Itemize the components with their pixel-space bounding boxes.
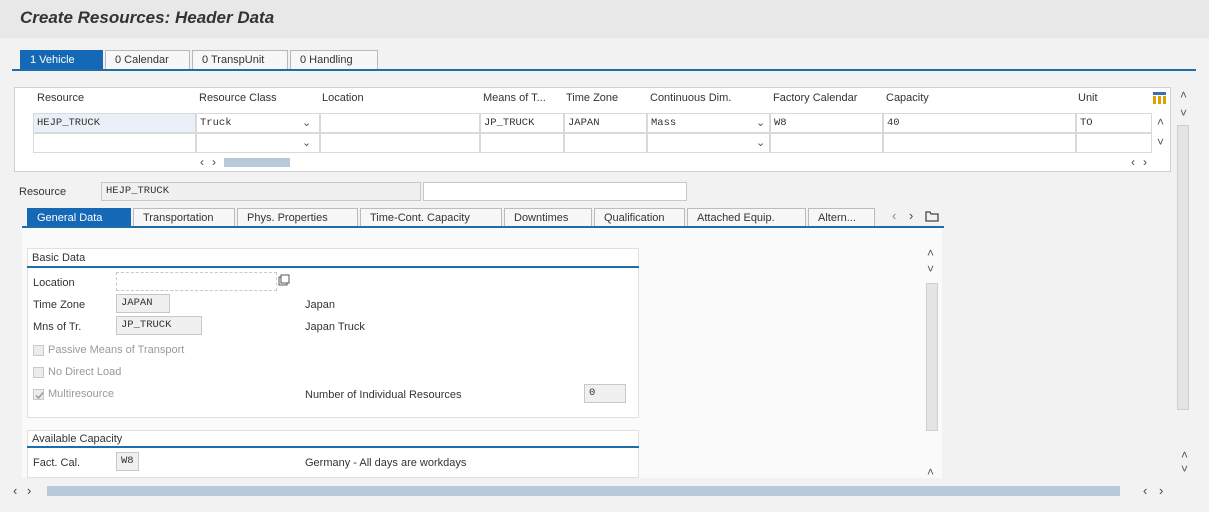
grid-scroll-up-icon[interactable]: ˄ (1180, 88, 1187, 102)
content-scroll-up-icon[interactable]: ˄ (927, 246, 934, 260)
multiresource-label: Multiresource (48, 388, 115, 400)
content-scroll-down-icon[interactable]: ˅ (927, 262, 934, 276)
location-input[interactable] (116, 272, 277, 291)
page-horizontal-scrollbar[interactable] (47, 486, 1120, 496)
no-direct-load-label: No Direct Load (48, 366, 122, 378)
subtab-general-data[interactable]: General Data (27, 208, 131, 227)
page-vertical-scrollbar[interactable] (1177, 125, 1189, 410)
cell-capacity[interactable]: 40 (883, 113, 1076, 133)
no-direct-load-checkbox (33, 367, 44, 378)
means-of-transport-text: Japan Truck (305, 321, 365, 333)
page-title: Create Resources: Header Data (20, 8, 275, 27)
num-individual-resources-value: 0 (584, 384, 626, 403)
cell-time-zone[interactable]: JAPAN (564, 113, 647, 133)
column-header-factory-calendar[interactable]: Factory Calendar (773, 92, 857, 110)
grid-scroll-right-icon[interactable]: › (212, 155, 216, 169)
available-capacity-title: Available Capacity (32, 433, 123, 445)
subtab-phys-properties[interactable]: Phys. Properties (237, 208, 358, 227)
page-scroll-down-icon[interactable]: ˅ (1181, 462, 1188, 476)
resource-description (423, 182, 687, 201)
cell-time-zone-empty[interactable] (564, 133, 647, 153)
tab-list-icon[interactable] (925, 210, 939, 225)
subtab-qualification[interactable]: Qualification (594, 208, 685, 227)
cell-resource-empty[interactable] (33, 133, 196, 153)
location-label: Location (33, 277, 75, 289)
cell-location[interactable] (320, 113, 480, 133)
cell-resource[interactable]: HEJP_TRUCK (33, 113, 196, 133)
tab-vehicle[interactable]: 1 Vehicle (20, 50, 103, 70)
page-scroll-up-icon[interactable]: ˄ (1181, 448, 1188, 462)
subtab-downtimes[interactable]: Downtimes (504, 208, 592, 227)
subtab-transportation[interactable]: Transportation (133, 208, 235, 227)
fact-cal-value: W8 (116, 452, 139, 471)
means-of-transport-label: Mns of Tr. (33, 321, 82, 333)
column-header-time-zone[interactable]: Time Zone (566, 92, 618, 110)
column-header-means-of-transport[interactable]: Means of T... (483, 92, 546, 110)
column-header-resource-class[interactable]: Resource Class (199, 92, 277, 110)
grid-scroll-down-icon[interactable]: ˅ (1180, 106, 1187, 120)
cell-factory-calendar[interactable]: W8 (770, 113, 883, 133)
content-scroll-up-icon-bottom[interactable]: ˄ (927, 465, 934, 479)
cell-factory-calendar-empty[interactable] (770, 133, 883, 153)
cell-unit[interactable]: TO (1076, 113, 1152, 133)
subtab-alternative[interactable]: Altern... (808, 208, 875, 227)
content-vertical-scrollbar[interactable] (926, 283, 938, 431)
basic-data-title: Basic Data (32, 252, 86, 264)
cell-means-empty[interactable] (480, 133, 564, 153)
means-of-transport-value: JP_TRUCK (116, 316, 202, 335)
row-scroll-up-icon[interactable]: ˄ (1157, 115, 1164, 129)
grid-scroll-right-icon-right[interactable]: › (1143, 155, 1147, 169)
column-header-resource[interactable]: Resource (37, 92, 84, 110)
dropdown-caret-icon[interactable]: ⌄ (302, 136, 311, 149)
cell-means-of-transport[interactable]: JP_TRUCK (480, 113, 564, 133)
page-scroll-left-icon-right[interactable]: ‹ (1143, 483, 1147, 498)
resource-label: Resource (19, 186, 67, 198)
time-zone-label: Time Zone (33, 299, 86, 311)
column-header-unit[interactable]: Unit (1078, 92, 1098, 110)
grid-scroll-left-icon-right[interactable]: ‹ (1131, 155, 1135, 169)
fact-cal-text: Germany - All days are workdays (305, 457, 467, 469)
cell-unit-empty[interactable] (1076, 133, 1152, 153)
column-header-capacity[interactable]: Capacity (886, 92, 929, 110)
passive-means-checkbox (33, 345, 44, 356)
resource-value: HEJP_TRUCK (101, 182, 421, 201)
dropdown-caret-icon[interactable]: ⌄ (756, 116, 765, 129)
tab-handling[interactable]: 0 Handling (290, 50, 378, 70)
fact-cal-label: Fact. Cal. (33, 457, 81, 469)
time-zone-text: Japan (305, 299, 335, 311)
row-scroll-down-icon[interactable]: ˅ (1157, 135, 1164, 149)
value-help-icon[interactable] (278, 274, 290, 289)
layout-settings-icon[interactable] (1153, 92, 1166, 104)
page-scroll-left-icon[interactable]: ‹ (13, 483, 17, 498)
grid-horizontal-scrollbar[interactable] (224, 158, 290, 167)
passive-means-label: Passive Means of Transport (48, 344, 185, 356)
column-header-continuous-dim[interactable]: Continuous Dim. (650, 92, 731, 110)
available-capacity-title-line (27, 446, 639, 448)
multiresource-checkbox (33, 389, 44, 400)
tab-calendar[interactable]: 0 Calendar (105, 50, 190, 70)
column-header-location[interactable]: Location (322, 92, 364, 110)
grid-scroll-left-icon[interactable]: ‹ (200, 155, 204, 169)
subtab-scroll-left-icon[interactable]: ‹ (892, 208, 896, 223)
cell-capacity-empty[interactable] (883, 133, 1076, 153)
cell-location-empty[interactable] (320, 133, 480, 153)
page-scroll-right-icon-right[interactable]: › (1159, 483, 1163, 498)
tab-transpunit[interactable]: 0 TranspUnit (192, 50, 288, 70)
basic-data-title-line (27, 266, 639, 268)
cell-continuous-dim-empty[interactable] (647, 133, 770, 153)
dropdown-caret-icon[interactable]: ⌄ (302, 116, 311, 129)
time-zone-value: JAPAN (116, 294, 170, 313)
subtab-time-cont-capacity[interactable]: Time-Cont. Capacity (360, 208, 502, 227)
page-scroll-right-icon[interactable]: › (27, 483, 31, 498)
subtab-scroll-right-icon[interactable]: › (909, 208, 913, 223)
subtab-attached-equip[interactable]: Attached Equip. (687, 208, 806, 227)
num-individual-resources-label: Number of Individual Resources (305, 389, 462, 401)
dropdown-caret-icon[interactable]: ⌄ (756, 136, 765, 149)
cell-continuous-dim[interactable]: Mass (647, 113, 770, 133)
tab-strip-underline (12, 69, 1196, 71)
